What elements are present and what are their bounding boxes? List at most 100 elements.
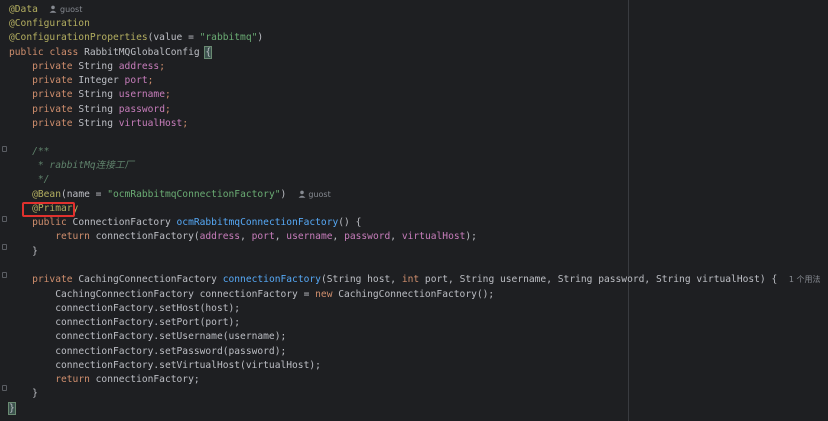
code-line[interactable]: }	[9, 387, 38, 401]
code-text: connectionFactory.setPassword(password);	[55, 346, 287, 357]
type-name: Integer	[78, 75, 119, 86]
field-name: port	[251, 231, 275, 242]
keyword: private	[32, 274, 73, 285]
code-line[interactable]: private String username;	[9, 88, 171, 102]
keyword: private	[32, 104, 73, 115]
code-line[interactable]: @ConfigurationProperties(value = "rabbit…	[9, 31, 263, 45]
param-name: name	[66, 189, 90, 200]
code-text: CachingConnectionFactory connectionFacto…	[55, 289, 316, 300]
code-line[interactable]: private Integer port;	[9, 74, 153, 88]
fold-icon[interactable]	[2, 146, 7, 152]
semicolon: ;	[164, 104, 171, 115]
code-line[interactable]: private String address;	[9, 60, 165, 74]
keyword: public	[9, 47, 44, 58]
code-line[interactable]: }	[8, 402, 16, 416]
author-hint[interactable]: guost	[298, 190, 331, 199]
code-text: connectionFactory.setPort(port);	[55, 317, 241, 328]
keyword: new	[315, 289, 333, 300]
type-name: String	[78, 61, 113, 72]
keyword: public	[32, 217, 67, 228]
semicolon: ;	[182, 118, 189, 129]
fold-icon[interactable]	[2, 272, 7, 278]
keyword: private	[32, 61, 73, 72]
code-line[interactable]: * rabbitMq连接工厂	[9, 159, 134, 173]
code-line[interactable]: @Configuration	[9, 17, 90, 31]
field-name: address	[118, 61, 160, 72]
right-margin-guide	[628, 0, 629, 421]
code-line[interactable]: public ConnectionFactory ocmRabbitmqConn…	[9, 216, 361, 230]
field-name: password	[118, 104, 165, 115]
code-line[interactable]: */	[9, 173, 50, 187]
editor-gutter	[0, 0, 8, 421]
method-call: connectionFactory(	[95, 231, 200, 242]
operator: =	[89, 189, 108, 200]
annotation: @Configuration	[9, 18, 90, 29]
code-line[interactable]: @Bean(name = "ocmRabbitmqConnectionFacto…	[9, 188, 331, 202]
field-name: username	[286, 231, 333, 242]
call-end: );	[465, 231, 477, 242]
code-line[interactable]: connectionFactory.setPort(port);	[9, 316, 240, 330]
code-line[interactable]: return connectionFactory(address, port, …	[9, 230, 477, 244]
method-signature: () {	[338, 217, 362, 228]
code-line[interactable]: }	[9, 245, 38, 259]
code-text: connectionFactory.setVirtualHost(virtual…	[55, 360, 321, 371]
fold-icon[interactable]	[2, 385, 7, 391]
doc-comment: * rabbitMq连接工厂	[32, 160, 135, 171]
code-text: connectionFactory.setHost(host);	[55, 303, 241, 314]
brace: }	[32, 246, 38, 257]
field-name: virtualHost	[401, 231, 466, 242]
annotation: @ConfigurationProperties	[9, 32, 148, 43]
code-line[interactable]: connectionFactory.setVirtualHost(virtual…	[9, 359, 321, 373]
code-line[interactable]: CachingConnectionFactory connectionFacto…	[9, 288, 494, 302]
code-editor[interactable]: @Data guost @Configuration @Configuratio…	[0, 0, 828, 421]
person-icon	[50, 5, 57, 13]
code-line[interactable]: connectionFactory.setUsername(username);	[9, 330, 286, 344]
code-line[interactable]: /**	[9, 145, 49, 159]
semicolon: ;	[147, 75, 154, 86]
code-line[interactable]: connectionFactory.setHost(host);	[9, 302, 240, 316]
type-name: String	[78, 118, 113, 129]
semicolon: ;	[164, 89, 171, 100]
fold-icon[interactable]	[2, 216, 7, 222]
annotation: @Data	[9, 4, 38, 15]
fold-icon[interactable]	[2, 244, 7, 250]
keyword: int	[401, 274, 420, 285]
type-name: ConnectionFactory	[72, 217, 171, 228]
string-literal: "rabbitmq"	[199, 32, 258, 43]
paren: )	[280, 189, 287, 200]
code-line[interactable]: private CachingConnectionFactory connect…	[9, 273, 828, 287]
operator: =	[182, 32, 200, 43]
annotation: @Bean	[32, 189, 61, 200]
keyword: private	[32, 75, 73, 86]
type-name: CachingConnectionFactory	[78, 274, 217, 285]
field-name: port	[124, 75, 148, 86]
brace: }	[32, 388, 38, 399]
code-line[interactable]: public class RabbitMQGlobalConfig {	[9, 46, 213, 60]
author-name: guost	[308, 190, 331, 199]
semicolon: ;	[159, 61, 165, 72]
primary-highlight-box	[22, 202, 75, 217]
usages-hint[interactable]: 1 个用法	[789, 275, 821, 284]
code-text: connectionFactory.setUsername(username);	[55, 331, 287, 342]
code-line[interactable]: private String password;	[9, 103, 171, 117]
method-signature: (String host,	[320, 274, 402, 285]
brace: {	[204, 46, 213, 59]
doc-comment: */	[32, 174, 50, 185]
field-name: password	[344, 231, 391, 242]
code-text: CachingConnectionFactory();	[332, 289, 495, 300]
code-line[interactable]: connectionFactory.setPassword(password);	[9, 345, 286, 359]
author-hint[interactable]: guost	[49, 5, 82, 14]
code-line[interactable]: return connectionFactory;	[9, 373, 199, 387]
keyword: return	[55, 374, 90, 385]
keyword: private	[32, 89, 73, 100]
keyword: class	[49, 47, 79, 58]
method-name: ocmRabbitmqConnectionFactory	[176, 217, 339, 228]
type-name: String	[78, 89, 113, 100]
code-line[interactable]: private String virtualHost;	[9, 117, 188, 131]
code-line[interactable]: @Data guost	[9, 3, 82, 17]
person-icon	[298, 190, 306, 198]
doc-comment: /**	[32, 146, 50, 157]
type-name: String	[78, 104, 113, 115]
author-name: guost	[60, 5, 83, 14]
class-name: RabbitMQGlobalConfig	[84, 47, 200, 58]
